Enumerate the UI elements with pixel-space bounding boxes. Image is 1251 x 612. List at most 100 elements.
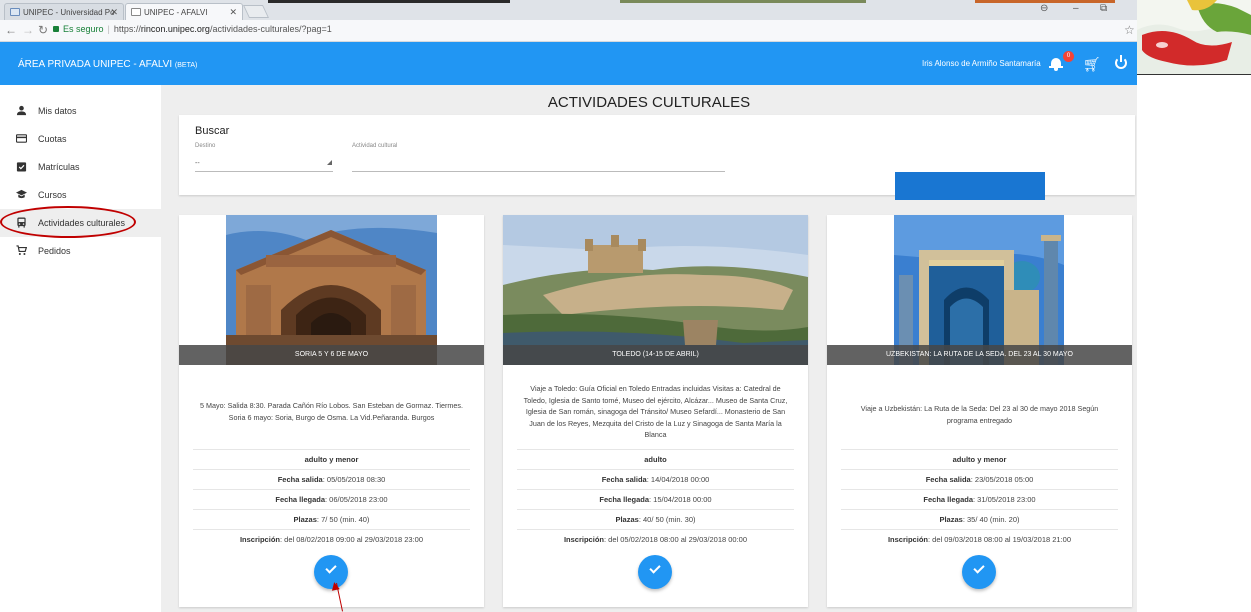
activity-card: TOLEDO (14-15 DE ABRIL) Viaje a Toledo: …	[503, 215, 808, 607]
photo-strip	[268, 0, 510, 3]
audience-row: adulto y menor	[841, 450, 1118, 470]
sidebar-item-mis-datos[interactable]: Mis datos	[0, 97, 161, 125]
app-title[interactable]: ÁREA PRIVADA UNIPEC - AFALVI (BETA)	[18, 59, 197, 70]
address-bar: ← → ↻ Es seguro | https://rincon.unipec.or…	[0, 20, 1140, 42]
fecha-llegada-row: Fecha llegada: 06/05/2018 23:00	[193, 490, 470, 510]
fecha-llegada-value: : 15/04/2018 00:00	[649, 495, 712, 504]
tab-title: UNIPEC - AFALVI	[144, 8, 208, 17]
audience-row: adulto y menor	[193, 450, 470, 470]
plazas-label: Plazas	[939, 515, 963, 524]
credit-card-icon	[16, 134, 27, 143]
back-icon[interactable]: ←	[5, 23, 17, 37]
fecha-salida-row: Fecha salida: 05/05/2018 08:30	[193, 470, 470, 490]
url-protocol: https://	[113, 24, 141, 34]
close-tab-icon[interactable]: ✕	[229, 7, 237, 18]
assignment-icon	[16, 162, 27, 172]
activity-caption: TOLEDO (14-15 DE ABRIL)	[503, 345, 808, 365]
sidebar-item-cuotas[interactable]: Cuotas	[0, 125, 161, 153]
sidebar-item-label: Mis datos	[38, 106, 77, 116]
minimize-icon[interactable]: –	[1073, 3, 1079, 14]
activity-description: Viaje a Uzbekistán: La Ruta de la Seda: …	[860, 404, 1099, 425]
url-field[interactable]: Es seguro | https://rincon.unipec.org/acti…	[53, 24, 332, 34]
school-icon	[16, 189, 27, 199]
logout-power-icon[interactable]	[1115, 55, 1127, 69]
fecha-llegada-row: Fecha llegada: 15/04/2018 00:00	[517, 490, 794, 510]
decorative-rule	[1137, 74, 1251, 75]
browser-tab[interactable]: UNIPEC - Universidad Po ✕	[4, 3, 124, 20]
reload-icon[interactable]: ↻	[38, 23, 48, 37]
beta-label: (BETA)	[174, 62, 198, 69]
inscripcion-row: Inscripción: del 08/02/2018 09:00 al 29/…	[193, 530, 470, 550]
actividad-input[interactable]	[352, 171, 725, 172]
close-tab-icon[interactable]: ✕	[110, 7, 118, 18]
activity-caption: SORIA 5 Y 6 DE MAYO	[179, 345, 484, 365]
sidebar-item-matriculas[interactable]: Matrículas	[0, 153, 161, 181]
bookmark-star-icon[interactable]: ☆	[1124, 23, 1135, 37]
favicon-icon	[10, 8, 20, 16]
inscripcion-label: Inscripción	[239, 535, 280, 544]
plazas-value: : 7/ 50 (min. 40)	[316, 515, 370, 524]
shopping-cart-icon[interactable]: 🛒︎	[1083, 56, 1101, 73]
sidebar-item-cursos[interactable]: Cursos	[0, 181, 161, 209]
sidebar-item-label: Matrículas	[38, 162, 80, 172]
check-icon	[973, 562, 985, 574]
destino-label: Destino	[195, 143, 216, 149]
fecha-llegada-label: Fecha llegada	[599, 495, 650, 504]
activity-caption: UZBEKISTAN: LA RUTA DE LA SEDA. DEL 23 A…	[827, 345, 1132, 365]
notifications-bell-icon[interactable]	[1049, 56, 1063, 71]
notification-badge: 0	[1063, 51, 1074, 62]
activity-card: UZBEKISTAN: LA RUTA DE LA SEDA. DEL 23 A…	[827, 215, 1132, 607]
decorative-photo	[1137, 0, 1251, 74]
inscripcion-value: : del 08/02/2018 09:00 al 29/03/2018 23:…	[279, 535, 424, 544]
enroll-button[interactable]	[962, 555, 996, 589]
restore-icon[interactable]: ⧉	[1100, 3, 1107, 14]
audience-row: adulto	[517, 450, 794, 470]
account-icon[interactable]: ⊖	[1040, 3, 1048, 14]
activity-description: Viaje a Toledo: Guía Oficial en Toledo E…	[523, 384, 788, 439]
cart-icon	[16, 245, 27, 255]
sidebar-item-label: Pedidos	[38, 246, 71, 256]
destino-underline	[195, 171, 333, 172]
highlight-annotation	[0, 206, 136, 238]
sidebar: Mis datos Cuotas Matrículas Cursos Activ…	[0, 85, 161, 612]
fecha-llegada-label: Fecha llegada	[275, 495, 326, 504]
inscripcion-value: : del 09/03/2018 08:00 al 19/03/2018 21:…	[927, 535, 1072, 544]
activity-card: SORIA 5 Y 6 DE MAYO 5 Mayo: Salida 8:30.…	[179, 215, 484, 607]
inscripcion-label: Inscripción	[887, 535, 928, 544]
fecha-salida-value: : 23/05/2018 05:00	[970, 475, 1034, 484]
plazas-row: Plazas: 40/ 50 (min. 30)	[517, 510, 794, 530]
search-heading: Buscar	[195, 125, 230, 137]
app-bar: ÁREA PRIVADA UNIPEC - AFALVI (BETA) Iris…	[0, 42, 1137, 85]
sidebar-item-pedidos[interactable]: Pedidos	[0, 237, 161, 265]
fecha-llegada-label: Fecha llegada	[923, 495, 974, 504]
forward-icon[interactable]: →	[22, 23, 34, 37]
inscripcion-value: : del 05/02/2018 08:00 al 29/03/2018 00:…	[603, 535, 748, 544]
check-icon	[325, 562, 337, 574]
new-tab-button[interactable]	[242, 5, 270, 18]
url-path: /actividades-culturales/?pag=1	[209, 24, 332, 34]
browser-tab-active[interactable]: UNIPEC - AFALVI ✕	[125, 3, 243, 20]
url-domain: rincon.unipec.org	[140, 24, 210, 34]
destino-select[interactable]: --	[195, 160, 200, 167]
inscripcion-label: Inscripción	[563, 535, 604, 544]
inscripcion-row: Inscripción: del 05/02/2018 08:00 al 29/…	[517, 530, 794, 550]
plazas-row: Plazas: 7/ 50 (min. 40)	[193, 510, 470, 530]
plazas-value: : 35/ 40 (min. 20)	[962, 515, 1020, 524]
activity-image	[503, 215, 808, 365]
secure-label: Es seguro	[63, 24, 104, 34]
fecha-salida-row: Fecha salida: 14/04/2018 00:00	[517, 470, 794, 490]
lock-icon	[53, 26, 59, 32]
plazas-label: Plazas	[293, 515, 317, 524]
fecha-salida-label: Fecha salida	[925, 475, 971, 484]
page-icon	[131, 8, 141, 16]
app-title-text: ÁREA PRIVADA UNIPEC - AFALVI	[18, 59, 173, 70]
user-name: Iris Alonso de Armiño Santamaría	[922, 59, 1041, 68]
actividad-label: Actividad cultural	[352, 143, 398, 149]
arrow-head-annotation	[330, 581, 340, 591]
enroll-button[interactable]	[638, 555, 672, 589]
dropdown-arrow-icon[interactable]	[327, 160, 332, 165]
activity-description: 5 Mayo: Salida 8:30. Parada Cañón Río Lo…	[200, 401, 463, 422]
plazas-label: Plazas	[615, 515, 639, 524]
photo-strip	[620, 0, 866, 3]
plazas-value: : 40/ 50 (min. 30)	[638, 515, 696, 524]
